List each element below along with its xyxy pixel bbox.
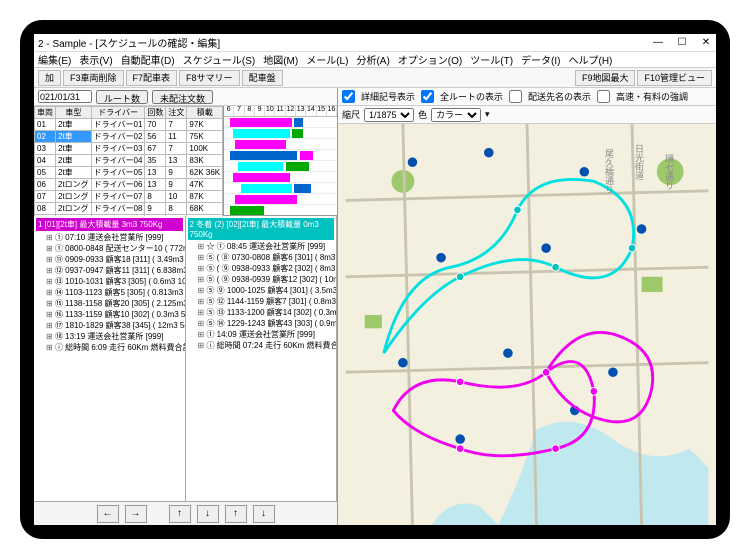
menu-auto[interactable]: 自動配車(D) xyxy=(121,52,175,67)
list-item[interactable]: ① 07:10 運送会社営業所 [999] xyxy=(46,232,183,243)
vehicle-grid[interactable]: 車両車型ドライバー回数注文積載 012t車ドライバー0170797K022t車ド… xyxy=(34,106,223,227)
table-row[interactable]: 052t車ドライバー0513962K 36K xyxy=(35,167,223,179)
grid-col[interactable]: 車型 xyxy=(56,107,92,119)
nav-down[interactable]: ↓ xyxy=(197,505,219,523)
list-item[interactable]: ① 14:09 運送会社営業所 [999] xyxy=(198,329,335,340)
btn-add[interactable]: 加 xyxy=(38,70,61,86)
chk-destnames[interactable] xyxy=(509,90,522,103)
table-row[interactable]: 012t車ドライバー0170797K xyxy=(35,119,223,131)
menu-tool[interactable]: ツール(T) xyxy=(470,52,513,67)
menu-view[interactable]: 表示(V) xyxy=(79,52,112,67)
menu-edit[interactable]: 編集(E) xyxy=(38,52,71,67)
grid-col[interactable]: 回数 xyxy=(145,107,166,119)
menu-help[interactable]: ヘルプ(H) xyxy=(568,52,612,67)
lbl-color: 色 xyxy=(418,108,427,121)
dropdown-icon[interactable]: ▾ xyxy=(485,109,490,120)
chk-allroutes[interactable] xyxy=(421,90,434,103)
right-pane: 詳細記号表示 全ルートの表示 配送先名の表示 高速・有料の強調 縮尺 1/187… xyxy=(338,88,716,525)
grid-col[interactable]: 車両 xyxy=(35,107,56,119)
nav-prev[interactable]: ← xyxy=(97,505,119,523)
btn-del-vehicle[interactable]: F3車両削除 xyxy=(63,70,124,86)
nav-up[interactable]: ↑ xyxy=(169,505,191,523)
list-item[interactable]: ⑰ 1810-1829 顧客38 [345] ( 12m3 54Kg ) xyxy=(46,320,183,331)
window-title: 2 - Sample - [スケジュールの確認・編集] xyxy=(38,35,652,50)
grid-col[interactable]: ドライバー xyxy=(91,107,145,119)
maximize-icon[interactable]: ☐ xyxy=(676,37,688,48)
nav-buttons: ← → ↑ ↓ ↑ ↓ xyxy=(34,501,337,525)
lbl-scale: 縮尺 xyxy=(342,108,360,121)
nav-down2[interactable]: ↓ xyxy=(253,505,275,523)
btn-summary[interactable]: F8サマリー xyxy=(179,70,240,86)
chk-highway[interactable] xyxy=(597,90,610,103)
list-item[interactable]: ⑤ ⑭ 1229-1243 顧客43 [303] ( 0.9m3 105Kg ) xyxy=(198,318,335,329)
list-item[interactable]: ⑤ ⑨ 1000-1025 顧客4 [301] ( 3.5m3 100Kg ) xyxy=(198,285,335,296)
list-item[interactable]: ⑯ 1133-1159 顧客10 [302] ( 0.3m3 55Kg ) xyxy=(46,309,183,320)
menu-map[interactable]: 地図(M) xyxy=(263,52,298,67)
grid-col[interactable]: 積載 xyxy=(187,107,223,119)
list-item[interactable]: ⑱ 13:19 運送会社営業所 [999] xyxy=(46,331,183,342)
sel-scale[interactable]: 1/1875 xyxy=(364,108,414,122)
left-pane: ルート数 未配注文数 車両車型ドライバー回数注文積載 012t車ドライバー017… xyxy=(34,88,338,525)
lbl-highway: 高速・有料の強調 xyxy=(616,90,688,103)
menubar: 編集(E) 表示(V) 自動配車(D) スケジュール(S) 地図(M) メール(… xyxy=(34,52,716,68)
tree-header-1[interactable]: 1 [01][2t車] 最大積載量 3m3 750Kg xyxy=(36,218,183,231)
menu-mail[interactable]: メール(L) xyxy=(306,52,348,67)
close-icon[interactable]: ✕ xyxy=(700,37,712,48)
map-canvas[interactable]: 環七通り 日光街道 尾久橋通り xyxy=(338,124,716,525)
road-label-2: 日光街道 xyxy=(633,144,646,180)
list-item[interactable]: ① 0800-0848 配送センター10 ( 772m3 72Kg ) xyxy=(46,243,183,254)
list-item[interactable]: ⑫ 0937-0947 顧客11 [311] ( 6.838m3 188Kg ) xyxy=(46,265,183,276)
list-item[interactable]: ⑤ ( ⑨ 0938-0933 顧客2 [302] ( 8m3 125Kg ) xyxy=(198,263,335,274)
list-item[interactable]: ⓘ 総時間 6:09 走行 60Km 燃料費合計 1348円 xyxy=(46,342,183,353)
table-row[interactable]: 072tロングドライバー0781087K xyxy=(35,191,223,203)
list-item[interactable]: ⑪ 0909-0933 顧客18 [311] ( 3.49m3 72Kg ) xyxy=(46,254,183,265)
menu-option[interactable]: オプション(O) xyxy=(398,52,462,67)
road-label-1: 環七通り xyxy=(663,154,676,190)
route-tree-left[interactable]: 1 [01][2t車] 最大積載量 3m3 750Kg ① 07:10 運送会社… xyxy=(34,216,186,501)
date-field[interactable] xyxy=(38,90,92,103)
tree-header-2[interactable]: 2 冬着 (2) [02][2t車] 最大積載量 0m3 750Kg xyxy=(188,218,335,240)
lbl-detail: 詳細記号表示 xyxy=(361,90,415,103)
road-label-3: 尾久橋通り xyxy=(603,149,616,194)
btn-mgmt-view[interactable]: F10管理ビュー xyxy=(637,70,712,86)
menu-data[interactable]: データ(I) xyxy=(521,52,560,67)
grid-col[interactable]: 注文 xyxy=(166,107,187,119)
table-row[interactable]: 082tロングドライバー089868K xyxy=(35,203,223,215)
table-row[interactable]: 062tロングドライバー0613947K xyxy=(35,179,223,191)
menu-schedule[interactable]: スケジュール(S) xyxy=(183,52,256,67)
gantt-chart[interactable]: 678910111213141516 xyxy=(223,106,337,215)
sel-color[interactable]: カラー xyxy=(431,108,481,122)
list-item[interactable]: ⑮ 1138-1158 顧客20 [305] ( 2.125m3 120Kg ) xyxy=(46,298,183,309)
minimize-icon[interactable]: — xyxy=(652,37,664,48)
list-item[interactable]: ⓘ 総時間 07:24 走行 60Km 燃料費合計 1388円 xyxy=(198,340,335,351)
tab-unassigned[interactable]: 未配注文数 xyxy=(152,90,213,104)
btn-dispatch-board[interactable]: 配車盤 xyxy=(242,70,283,86)
table-row[interactable]: 042t車ドライバー04351383K xyxy=(35,155,223,167)
list-item[interactable]: ⑤ ( ⑧ 0730-0808 顧客6 [301] ( 8m3 132Kg ) xyxy=(198,252,335,263)
list-item[interactable]: ⑤ ( ⑨ 0938-0939 顧客12 [302] ( 10m3 125Kg … xyxy=(198,274,335,285)
lbl-destnames: 配送先名の表示 xyxy=(528,90,591,103)
tab-routes[interactable]: ルート数 xyxy=(96,90,148,104)
list-item[interactable]: ☆ ① 08:45 運送会社営業所 [999] xyxy=(198,241,335,252)
list-item[interactable]: ⑬ 1010-1031 顧客3 [305] ( 0.6m3 10Kg ) xyxy=(46,276,183,287)
chk-detail[interactable] xyxy=(342,90,355,103)
list-item[interactable]: ⑤ ⑬ 1133-1200 顧客14 [302] ( 0.3m3 105Kg ) xyxy=(198,307,335,318)
nav-next[interactable]: → xyxy=(125,505,147,523)
titlebar: 2 - Sample - [スケジュールの確認・編集] — ☐ ✕ xyxy=(34,34,716,52)
table-row[interactable]: 032t車ドライバー03677100K xyxy=(35,143,223,155)
route-tree-right[interactable]: 2 冬着 (2) [02][2t車] 最大積載量 0m3 750Kg ☆ ① 0… xyxy=(186,216,338,501)
btn-dispatch-table[interactable]: F7配車表 xyxy=(126,70,178,86)
lbl-allroutes: 全ルートの表示 xyxy=(440,90,503,103)
table-row[interactable]: 022t車ドライバー02561175K xyxy=(35,131,223,143)
btn-map-max[interactable]: F9地図最大 xyxy=(575,70,636,86)
list-item[interactable]: ⑭ 1103-1123 顧客5 [305] ( 0.813m3 55Kg ) xyxy=(46,287,183,298)
list-item[interactable]: ⑤ ⑫ 1144-1159 顧客7 [301] ( 0.8m3 50Kg ) xyxy=(198,296,335,307)
menu-analysis[interactable]: 分析(A) xyxy=(356,52,389,67)
toolbar: 加 F3車両削除 F7配車表 F8サマリー 配車盤 F9地図最大 F10管理ビュ… xyxy=(34,68,716,88)
nav-up2[interactable]: ↑ xyxy=(225,505,247,523)
